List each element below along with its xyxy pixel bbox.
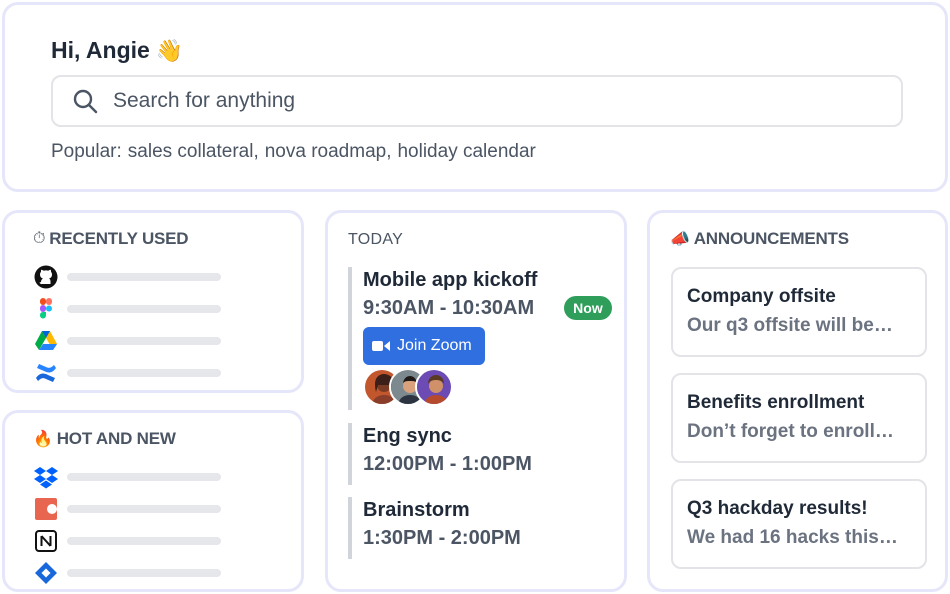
wave-emoji-icon: 👋 bbox=[155, 37, 184, 63]
greeting-text: Hi, Angie bbox=[51, 37, 150, 63]
search-box[interactable] bbox=[51, 75, 903, 127]
search-card: Hi, Angie 👋 Popular: sales collateral, n… bbox=[2, 2, 948, 192]
event-title: Eng sync bbox=[363, 425, 452, 447]
video-camera-icon bbox=[372, 341, 390, 351]
announcement-desc: Our q3 offsite will be… bbox=[687, 315, 893, 336]
announcements-title: ANNOUNCEMENTS bbox=[693, 229, 849, 248]
hot-app-notion[interactable] bbox=[33, 525, 221, 557]
announcement-title: Benefits enrollment bbox=[687, 392, 865, 413]
event-mobile-app-kickoff[interactable]: Mobile app kickoff 9:30AM - 10:30AM Now … bbox=[348, 267, 612, 410]
event-title: Brainstorm bbox=[363, 499, 470, 521]
popular-link-nova-roadmap[interactable]: nova roadmap, bbox=[265, 141, 392, 163]
announcement-title: Company offsite bbox=[687, 286, 836, 307]
event-brainstorm[interactable]: Brainstorm 1:30PM - 2:00PM bbox=[348, 497, 521, 559]
popular-searches: Popular: sales collateral, nova roadmap,… bbox=[51, 141, 536, 163]
confluence-icon bbox=[33, 360, 59, 386]
event-title: Mobile app kickoff bbox=[363, 269, 538, 291]
recently-used-header: ⏱ RECENTLY USED bbox=[33, 229, 189, 249]
google-drive-icon bbox=[33, 328, 59, 354]
event-time-text: 9:30AM - 10:30AM bbox=[363, 297, 535, 319]
placeholder-bar bbox=[67, 569, 221, 577]
attendee-avatars bbox=[363, 368, 612, 406]
figma-icon bbox=[33, 296, 59, 322]
today-card: TODAY Mobile app kickoff 9:30AM - 10:30A… bbox=[325, 210, 627, 592]
popular-link-holiday-calendar[interactable]: holiday calendar bbox=[397, 141, 535, 163]
placeholder-bar bbox=[67, 273, 221, 281]
recent-app-confluence[interactable] bbox=[33, 357, 221, 389]
popular-link-sales-collateral[interactable]: sales collateral, bbox=[128, 141, 259, 163]
greeting: Hi, Angie 👋 bbox=[51, 37, 183, 64]
now-badge: Now bbox=[564, 296, 612, 320]
hot-and-new-title: HOT AND NEW bbox=[56, 429, 176, 448]
placeholder-bar bbox=[67, 473, 221, 481]
recent-app-google-drive[interactable] bbox=[33, 325, 221, 357]
today-title: TODAY bbox=[348, 231, 404, 248]
announcement-desc: We had 16 hacks this… bbox=[687, 527, 898, 548]
hot-and-new-card: 🔥 HOT AND NEW bbox=[2, 410, 304, 592]
megaphone-icon: 📣 bbox=[670, 231, 690, 248]
recent-app-list bbox=[33, 261, 221, 389]
placeholder-bar bbox=[67, 537, 221, 545]
announcements-card: 📣 ANNOUNCEMENTS Company offsite Our q3 o… bbox=[647, 210, 948, 592]
github-icon bbox=[33, 264, 59, 290]
join-zoom-button[interactable]: Join Zoom bbox=[363, 327, 485, 365]
announcements-header: 📣 ANNOUNCEMENTS bbox=[670, 229, 849, 249]
stopwatch-icon: ⏱ bbox=[33, 230, 46, 247]
announcement-item[interactable]: Benefits enrollment Don’t forget to enro… bbox=[671, 373, 927, 463]
announcement-item[interactable]: Company offsite Our q3 offsite will be… bbox=[671, 267, 927, 357]
recently-used-card: ⏱ RECENTLY USED bbox=[2, 210, 304, 393]
recent-app-github[interactable] bbox=[33, 261, 221, 293]
hot-app-craft[interactable] bbox=[33, 493, 221, 525]
placeholder-bar bbox=[67, 337, 221, 345]
placeholder-bar bbox=[67, 305, 221, 313]
announcement-item[interactable]: Q3 hackday results! We had 16 hacks this… bbox=[671, 479, 927, 569]
search-icon bbox=[73, 89, 98, 114]
placeholder-bar bbox=[67, 369, 221, 377]
event-time: 1:30PM - 2:00PM bbox=[363, 527, 521, 549]
fire-icon: 🔥 bbox=[33, 431, 53, 448]
search-input[interactable] bbox=[113, 89, 873, 113]
join-zoom-label: Join Zoom bbox=[397, 337, 472, 354]
event-time: 12:00PM - 1:00PM bbox=[363, 453, 532, 475]
recently-used-title: RECENTLY USED bbox=[49, 229, 189, 248]
event-eng-sync[interactable]: Eng sync 12:00PM - 1:00PM bbox=[348, 423, 532, 485]
dropbox-icon bbox=[33, 464, 59, 490]
hot-and-new-header: 🔥 HOT AND NEW bbox=[33, 429, 176, 449]
announcement-title: Q3 hackday results! bbox=[687, 498, 868, 519]
popular-label: Popular: bbox=[51, 141, 122, 162]
notion-icon bbox=[33, 528, 59, 554]
avatar[interactable] bbox=[415, 368, 453, 406]
placeholder-bar bbox=[67, 505, 221, 513]
recent-app-figma[interactable] bbox=[33, 293, 221, 325]
craft-icon bbox=[33, 496, 59, 522]
jira-icon bbox=[33, 560, 59, 586]
event-time: 9:30AM - 10:30AM Now bbox=[363, 293, 612, 323]
announcement-desc: Don’t forget to enroll… bbox=[687, 421, 894, 442]
hot-app-dropbox[interactable] bbox=[33, 461, 221, 493]
hot-app-jira[interactable] bbox=[33, 557, 221, 589]
hot-app-list bbox=[33, 461, 221, 589]
